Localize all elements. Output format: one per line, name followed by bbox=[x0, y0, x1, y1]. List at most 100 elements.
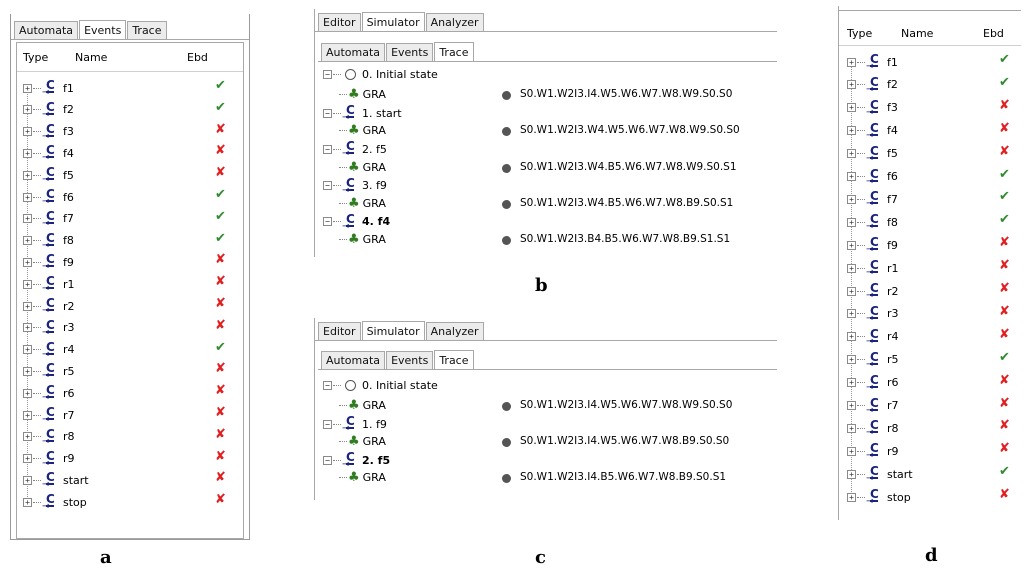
table-row[interactable]: + C → f8 bbox=[23, 230, 74, 252]
column-name[interactable]: Name bbox=[75, 51, 107, 64]
table-row[interactable]: + C → r1 bbox=[847, 257, 899, 279]
expand-icon[interactable]: + bbox=[23, 279, 32, 289]
tab-editor[interactable]: Editor bbox=[318, 322, 361, 340]
column-name[interactable]: Name bbox=[901, 27, 933, 40]
tab-events[interactable]: Events bbox=[386, 351, 434, 369]
column-ebd[interactable]: Ebd bbox=[983, 27, 1004, 40]
trace-event-row[interactable]: − C → 4. f4 bbox=[323, 212, 390, 231]
table-row[interactable]: + C → start bbox=[23, 469, 89, 491]
trace-event-row[interactable]: − C → 1. f9 bbox=[323, 414, 387, 434]
expand-icon[interactable]: + bbox=[847, 446, 856, 456]
trace-event-row[interactable]: − C → 1. start bbox=[323, 103, 402, 123]
table-row[interactable]: + C → f5 bbox=[23, 164, 74, 186]
table-row[interactable]: + C → stop bbox=[23, 491, 87, 513]
expand-icon[interactable]: + bbox=[23, 388, 32, 398]
table-row[interactable]: + C → f8 bbox=[847, 211, 898, 233]
table-row[interactable]: + C → f6 bbox=[847, 166, 898, 188]
tab-trace[interactable]: Trace bbox=[434, 350, 474, 370]
tab-events[interactable]: Events bbox=[79, 20, 127, 40]
table-row[interactable]: + C → f7 bbox=[23, 208, 74, 230]
expand-icon[interactable]: + bbox=[847, 240, 856, 250]
expand-icon[interactable]: + bbox=[23, 345, 32, 355]
table-row[interactable]: + C → f9 bbox=[23, 251, 74, 273]
expand-icon[interactable]: + bbox=[847, 80, 856, 90]
expand-icon[interactable]: + bbox=[23, 148, 32, 158]
table-row[interactable]: + C → r4 bbox=[847, 326, 899, 348]
column-type[interactable]: Type bbox=[847, 27, 872, 40]
tab-automata[interactable]: Automata bbox=[321, 43, 386, 61]
expand-icon[interactable]: + bbox=[847, 149, 856, 159]
expand-icon[interactable]: + bbox=[23, 236, 32, 246]
tab-simulator[interactable]: Simulator bbox=[361, 12, 425, 32]
table-row[interactable]: + C → f1 bbox=[847, 51, 898, 73]
table-row[interactable]: + C → r9 bbox=[23, 448, 75, 470]
table-row[interactable]: + C → f3 bbox=[847, 97, 898, 119]
trace-initial-row[interactable]: − 0. Initial state bbox=[323, 379, 438, 392]
trace-event-row[interactable]: − C → 3. f9 bbox=[323, 176, 387, 195]
expand-icon[interactable]: + bbox=[847, 492, 856, 502]
table-row[interactable]: + C → f5 bbox=[847, 143, 898, 165]
expand-icon[interactable]: + bbox=[847, 332, 856, 342]
expand-icon[interactable]: + bbox=[847, 103, 856, 113]
expand-icon[interactable]: + bbox=[847, 401, 856, 410]
table-row[interactable]: + C → r6 bbox=[23, 382, 75, 404]
tab-trace[interactable]: Trace bbox=[434, 42, 474, 62]
table-row[interactable]: + C → r6 bbox=[847, 372, 899, 394]
table-row[interactable]: + C → r9 bbox=[847, 440, 899, 462]
trace-state-row[interactable]: ♣ GRA bbox=[339, 87, 386, 102]
trace-state-row[interactable]: ♣ GRA bbox=[339, 196, 386, 211]
expand-icon[interactable]: + bbox=[23, 323, 32, 333]
table-row[interactable]: + C → f2 bbox=[847, 74, 898, 96]
table-row[interactable]: + C → r2 bbox=[23, 295, 75, 317]
expand-icon[interactable]: + bbox=[847, 217, 856, 227]
table-row[interactable]: + C → r5 bbox=[847, 349, 899, 371]
trace-state-row[interactable]: ♣ GRA bbox=[339, 470, 386, 485]
trace-state-row[interactable]: ♣ GRA bbox=[339, 434, 386, 449]
expand-icon[interactable]: + bbox=[847, 378, 856, 388]
expand-icon[interactable]: + bbox=[847, 172, 856, 181]
tab-automata[interactable]: Automata bbox=[14, 21, 79, 39]
expand-icon[interactable]: + bbox=[847, 194, 856, 204]
collapse-icon[interactable]: − bbox=[323, 70, 332, 79]
table-row[interactable]: + C → stop bbox=[847, 486, 911, 508]
expand-icon[interactable]: + bbox=[23, 432, 32, 442]
expand-icon[interactable]: + bbox=[847, 57, 856, 67]
tab-editor[interactable]: Editor bbox=[318, 13, 361, 31]
collapse-icon[interactable]: − bbox=[323, 419, 332, 429]
expand-icon[interactable]: + bbox=[23, 475, 32, 485]
expand-icon[interactable]: + bbox=[23, 192, 32, 202]
tab-analyzer[interactable]: Analyzer bbox=[425, 322, 484, 340]
expand-icon[interactable]: + bbox=[23, 83, 32, 93]
table-row[interactable]: + C → r8 bbox=[23, 426, 75, 448]
expand-icon[interactable]: + bbox=[847, 423, 856, 433]
trace-state-row[interactable]: ♣ GRA bbox=[339, 398, 386, 413]
trace-event-row[interactable]: − C → 2. f5 bbox=[323, 450, 390, 470]
trace-event-row[interactable]: − C → 2. f5 bbox=[323, 139, 387, 159]
table-row[interactable]: + C → r8 bbox=[847, 417, 899, 439]
column-type[interactable]: Type bbox=[23, 51, 48, 64]
expand-icon[interactable]: + bbox=[23, 454, 32, 464]
expand-icon[interactable]: + bbox=[23, 214, 32, 224]
table-row[interactable]: + C → f6 bbox=[23, 186, 74, 208]
tab-simulator[interactable]: Simulator bbox=[361, 321, 425, 341]
expand-icon[interactable]: + bbox=[23, 170, 32, 180]
trace-state-row[interactable]: ♣ GRA bbox=[339, 123, 386, 138]
table-row[interactable]: + C → r3 bbox=[23, 317, 75, 339]
table-row[interactable]: + C → r2 bbox=[847, 280, 899, 302]
expand-icon[interactable]: + bbox=[23, 497, 32, 507]
table-row[interactable]: + C → r4 bbox=[23, 339, 75, 361]
collapse-icon[interactable]: − bbox=[323, 455, 332, 465]
collapse-icon[interactable]: − bbox=[323, 181, 332, 191]
table-row[interactable]: + C → f4 bbox=[23, 142, 74, 164]
table-row[interactable]: + C → f4 bbox=[847, 120, 898, 142]
table-row[interactable]: + C → start bbox=[847, 463, 913, 485]
table-row[interactable]: + C → f9 bbox=[847, 234, 898, 256]
expand-icon[interactable]: + bbox=[23, 257, 32, 267]
table-row[interactable]: + C → f2 bbox=[23, 99, 74, 121]
table-row[interactable]: + C → r5 bbox=[23, 360, 75, 382]
trace-state-row[interactable]: ♣ GRA bbox=[339, 160, 386, 175]
expand-icon[interactable]: + bbox=[23, 105, 32, 115]
expand-icon[interactable]: + bbox=[847, 286, 856, 296]
tab-trace[interactable]: Trace bbox=[127, 21, 167, 39]
tab-events[interactable]: Events bbox=[386, 43, 434, 61]
